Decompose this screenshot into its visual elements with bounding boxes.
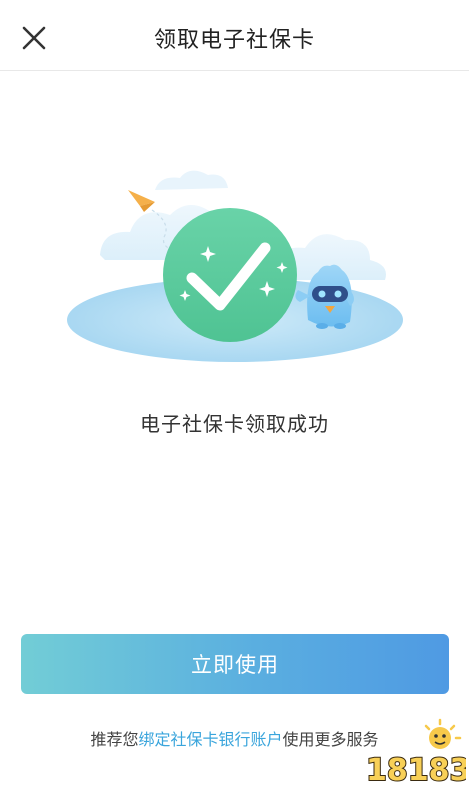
watermark-logo: 18183 <box>365 718 466 788</box>
page: 领取电子社保卡 电子社保卡领取成功 立即使用 推荐您绑定社保卡银行账户使用更多服… <box>0 0 469 792</box>
page-title: 领取电子社保卡 <box>153 28 315 53</box>
bind-bank-account-link[interactable]: 绑定社保卡银行账户 <box>138 730 282 749</box>
success-message: 电子社保卡领取成功 <box>140 412 329 436</box>
success-illustration <box>67 170 403 362</box>
top-bar: 领取电子社保卡 <box>0 0 469 71</box>
watermark-sun-icon <box>424 718 462 749</box>
success-check-icon <box>163 208 297 342</box>
footer-prefix: 推荐您 <box>90 730 139 749</box>
watermark-text: 18183 <box>366 753 466 788</box>
use-now-button[interactable]: 立即使用 <box>21 634 449 694</box>
